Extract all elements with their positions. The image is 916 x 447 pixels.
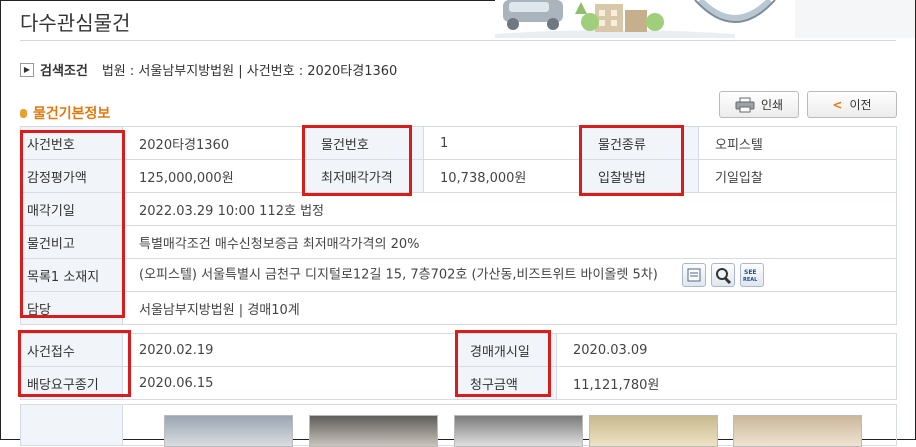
min-price-value: 10,738,000원 — [423, 159, 582, 193]
print-button[interactable]: 인쇄 — [719, 91, 799, 118]
table-row: 목록1 소재지 (오피스텔) 서울특별시 금천구 디지털로12길 15, 7층7… — [20, 258, 897, 292]
case-no-value: 2020타경1360 — [122, 126, 305, 160]
table-row: 물건비고 특별매각조건 매수신청보증금 최저매각가격의 20% — [20, 225, 897, 259]
received-value: 2020.02.19 — [122, 333, 458, 367]
svg-text:REAL: REAL — [743, 277, 758, 283]
photo-thumbnail[interactable] — [589, 415, 718, 447]
basic-info-table: 사건번호 2020타경1360 물건번호 1 물건종류 오피스텔 감정평가액 1… — [20, 126, 897, 325]
photo-thumbnail[interactable] — [309, 415, 438, 447]
photo-thumbnail[interactable] — [733, 415, 862, 447]
search-label: 검색조건 — [40, 64, 88, 79]
prev-button[interactable]: < 이전 — [807, 91, 897, 118]
search-conditions: ▶ 검색조건 법원 : 서울남부지방법원 | 사건번호 : 2020타경1360 — [20, 60, 397, 79]
map-search-icon[interactable] — [710, 263, 735, 287]
photo-thumbnail[interactable] — [454, 415, 583, 447]
table-row: 사건번호 2020타경1360 물건번호 1 물건종류 오피스텔 — [20, 126, 897, 160]
chevron-left-icon: < — [832, 97, 843, 112]
print-label: 인쇄 — [760, 98, 784, 112]
section-title: 물건기본정보 — [20, 103, 110, 123]
remarks-value: 특별매각조건 매수신청보증금 최저매각가격의 20% — [122, 225, 897, 259]
highlight-box — [455, 330, 551, 397]
item-type-value: 오피스텔 — [698, 126, 897, 160]
manager-value: 서울남부지방법원 | 경매10계 — [122, 291, 897, 325]
sale-date-value: 2022.03.29 10:00 112호 법정 — [122, 192, 897, 226]
address-icons: SEE REAL — [681, 263, 764, 287]
section-title-text: 물건기본정보 — [33, 106, 111, 122]
started-value: 2020.03.09 — [556, 333, 897, 367]
photo-label-cell — [20, 404, 123, 446]
table-row: 감정평가액 125,000,000원 최저매각가격 10,738,000원 입찰… — [20, 159, 897, 193]
bid-method-value: 기일입찰 — [698, 159, 897, 193]
see-real-icon[interactable]: SEE REAL — [739, 263, 764, 287]
highlight-box — [579, 125, 684, 196]
bullet-icon — [20, 108, 27, 118]
document-icon[interactable] — [681, 263, 706, 287]
prev-label: 이전 — [849, 98, 872, 112]
claim-value: 11,121,780원 — [556, 366, 897, 400]
search-text: 법원 : 서울남부지방법원 | 사건번호 : 2020타경1360 — [101, 64, 398, 79]
arrow-right-icon: ▶ — [20, 62, 34, 77]
photo-thumbnail[interactable] — [164, 415, 293, 447]
item-no-value: 1 — [423, 126, 582, 160]
svg-text:SEE: SEE — [744, 269, 757, 276]
deadline-value: 2020.06.15 — [122, 366, 458, 400]
highlight-box — [18, 330, 131, 397]
title-divider — [20, 40, 896, 41]
appraisal-value: 125,000,000원 — [122, 159, 305, 193]
table-row: 매각기일 2022.03.29 10:00 112호 법정 — [20, 192, 897, 226]
highlight-box — [302, 125, 412, 196]
address-value: (오피스텔) 서울특별시 금천구 디지털로12길 15, 7층702호 (가산동… — [139, 267, 658, 283]
address-cell: (오피스텔) 서울특별시 금천구 디지털로12길 15, 7층702호 (가산동… — [122, 258, 897, 292]
printer-icon — [735, 97, 755, 112]
table-row: 담당 서울남부지방법원 | 경매10계 — [20, 291, 897, 325]
highlight-box — [20, 130, 125, 318]
header-illustration — [495, 0, 915, 38]
page-title: 다수관심물건 — [20, 11, 131, 35]
